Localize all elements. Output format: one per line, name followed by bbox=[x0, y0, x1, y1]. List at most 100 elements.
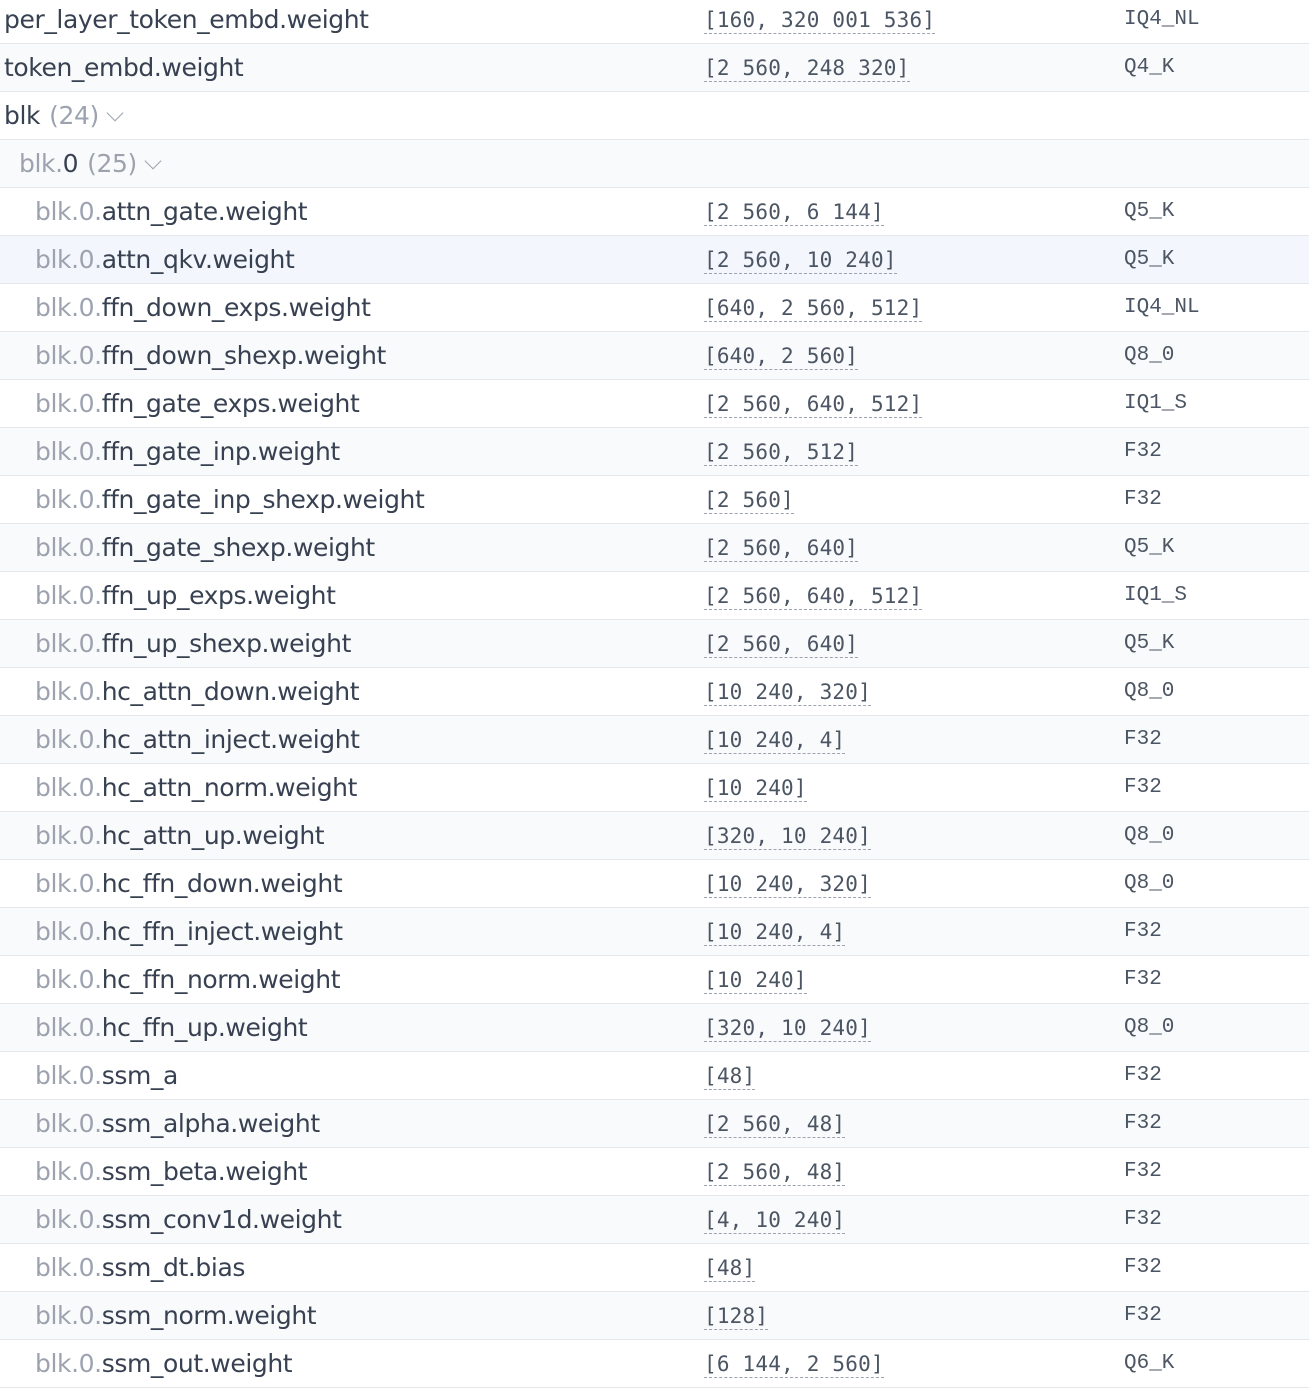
tensor-row: blk.0.ffn_down_shexp.weight [640, 2 560] Q… bbox=[0, 332, 1309, 380]
tensor-name: token_embd.weight bbox=[4, 53, 244, 82]
tensor-name-prefix: blk.0. bbox=[35, 725, 102, 754]
tensor-shape: [2 560, 48] bbox=[704, 1112, 846, 1138]
chevron-down-icon[interactable] bbox=[144, 152, 162, 170]
tensor-type: F32 bbox=[1124, 728, 1162, 751]
tensor-name: ssm_beta.weight bbox=[101, 1157, 308, 1186]
tensor-row: blk.0.ffn_up_shexp.weight [2 560, 640] Q5_… bbox=[0, 620, 1309, 668]
tensor-name-cell: blk.0.ssm_conv1d.weight bbox=[35, 1196, 342, 1244]
tensor-type: Q5_K bbox=[1124, 632, 1175, 655]
tensor-shape-cell: [128] bbox=[704, 1292, 769, 1340]
tensor-row: blk.0.hc_ffn_inject.weight [10 240, 4] F32 bbox=[0, 908, 1309, 956]
tensor-shape-cell: [10 240, 320] bbox=[704, 860, 871, 908]
tensor-type: F32 bbox=[1124, 920, 1162, 943]
tensor-type: Q5_K bbox=[1124, 248, 1175, 271]
tensor-name: ffn_gate_exps.weight bbox=[101, 389, 360, 418]
tensor-name-prefix: blk.0. bbox=[35, 293, 102, 322]
tensor-shape: [2 560, 48] bbox=[704, 1160, 846, 1186]
tensor-shape-cell: [4, 10 240] bbox=[704, 1196, 846, 1244]
tensor-name-cell: blk.0.attn_qkv.weight bbox=[35, 236, 295, 284]
tensor-shape: [2 560, 640, 512] bbox=[704, 584, 923, 610]
tensor-name: ffn_up_exps.weight bbox=[101, 581, 336, 610]
tensor-shape: [10 240] bbox=[704, 968, 807, 994]
tensor-row: token_embd.weight [2 560, 248 320] Q4_K bbox=[0, 44, 1309, 92]
group-count: (25) bbox=[87, 149, 137, 178]
tensor-row: blk.0.ssm_dt.bias [48] F32 bbox=[0, 1244, 1309, 1292]
tensor-shape-cell: [48] bbox=[704, 1052, 756, 1100]
tensor-type: Q8_0 bbox=[1124, 1016, 1175, 1039]
tensor-shape-cell: [10 240, 4] bbox=[704, 716, 846, 764]
tensor-name-cell: blk.0.ffn_gate_shexp.weight bbox=[35, 524, 375, 572]
tensor-name-prefix: blk.0. bbox=[35, 245, 102, 274]
chevron-down-icon[interactable] bbox=[106, 104, 124, 122]
tensor-name: attn_qkv.weight bbox=[101, 245, 295, 274]
tensor-shape-cell: [10 240, 320] bbox=[704, 668, 871, 716]
tensor-shape-cell: [48] bbox=[704, 1244, 756, 1292]
tensor-name-prefix: blk.0. bbox=[35, 533, 102, 562]
tensor-shape: [640, 2 560] bbox=[704, 344, 859, 370]
tensor-name-prefix: blk.0. bbox=[35, 197, 102, 226]
tensor-shape: [10 240, 4] bbox=[704, 920, 846, 946]
tensor-shape: [2 560, 640, 512] bbox=[704, 392, 923, 418]
tensor-name-cell: blk.0.ffn_gate_inp.weight bbox=[35, 428, 340, 476]
tensor-shape: [10 240] bbox=[704, 776, 807, 802]
tensor-name: blk bbox=[4, 101, 41, 130]
tensor-name-cell: blk.0.ssm_alpha.weight bbox=[35, 1100, 320, 1148]
tensor-row: blk.0.attn_qkv.weight [2 560, 10 240] Q5_K bbox=[0, 236, 1309, 284]
tensor-shape: [6 144, 2 560] bbox=[704, 1352, 884, 1378]
tensor-name: ffn_down_exps.weight bbox=[101, 293, 371, 322]
tensor-name-prefix: blk.0. bbox=[35, 869, 102, 898]
tensor-type: Q5_K bbox=[1124, 200, 1175, 223]
tensor-name-cell: blk.0.ffn_down_shexp.weight bbox=[35, 332, 386, 380]
tensor-name-cell: blk.0.ffn_gate_inp_shexp.weight bbox=[35, 476, 425, 524]
tensor-name-cell: blk.0.hc_ffn_inject.weight bbox=[35, 908, 343, 956]
tensor-name-prefix: blk. bbox=[19, 149, 63, 178]
tensor-name-prefix: blk.0. bbox=[35, 821, 102, 850]
tensor-name: hc_attn_norm.weight bbox=[101, 773, 358, 802]
tensor-type: F32 bbox=[1124, 1208, 1162, 1231]
tensor-name: per_layer_token_embd.weight bbox=[4, 5, 369, 34]
tensor-shape-cell: [320, 10 240] bbox=[704, 812, 871, 860]
tensor-name: ffn_up_shexp.weight bbox=[101, 629, 352, 658]
tensor-row: blk.0.ffn_gate_exps.weight [2 560, 640, 5… bbox=[0, 380, 1309, 428]
tensor-name: ssm_dt.bias bbox=[101, 1253, 246, 1282]
tensor-shape: [48] bbox=[704, 1256, 756, 1282]
tensor-shape: [640, 2 560, 512] bbox=[704, 296, 923, 322]
tensor-row: blk.0.ssm_out.weight [6 144, 2 560] Q6_K bbox=[0, 1340, 1309, 1388]
tensor-shape-cell: [2 560, 48] bbox=[704, 1148, 846, 1196]
tensor-name-cell: blk.0.ffn_up_exps.weight bbox=[35, 572, 336, 620]
tensor-shape-cell: [2 560, 10 240] bbox=[704, 236, 897, 284]
tensor-shape-cell: [2 560, 6 144] bbox=[704, 188, 884, 236]
tensor-shape: [128] bbox=[704, 1304, 769, 1330]
tensor-name-cell: blk.0.ffn_up_shexp.weight bbox=[35, 620, 351, 668]
tensor-shape: [2 560, 6 144] bbox=[704, 200, 884, 226]
tensor-name: ffn_gate_shexp.weight bbox=[101, 533, 376, 562]
tensor-type: Q8_0 bbox=[1124, 344, 1175, 367]
tensor-name-cell: blk.0.hc_attn_down.weight bbox=[35, 668, 360, 716]
tensor-name-prefix: blk.0. bbox=[35, 965, 102, 994]
tensor-name-prefix: blk.0. bbox=[35, 1301, 102, 1330]
tensor-shape: [320, 10 240] bbox=[704, 824, 871, 850]
tensor-row: blk.0.hc_ffn_up.weight [320, 10 240] Q8_0 bbox=[0, 1004, 1309, 1052]
tensor-name-prefix: blk.0. bbox=[35, 677, 102, 706]
tensor-name: ffn_gate_inp.weight bbox=[101, 437, 341, 466]
tensor-name-cell: token_embd.weight bbox=[4, 44, 244, 92]
tensor-group-row[interactable]: blk (24) bbox=[0, 92, 1309, 140]
tensor-shape-cell: [2 560, 248 320] bbox=[704, 44, 910, 92]
tensor-shape-cell: [2 560, 640, 512] bbox=[704, 572, 923, 620]
tensor-row: blk.0.ffn_up_exps.weight [2 560, 640, 512… bbox=[0, 572, 1309, 620]
tensor-name: ffn_gate_inp_shexp.weight bbox=[101, 485, 425, 514]
tensor-name-prefix: blk.0. bbox=[35, 1349, 102, 1378]
tensor-name-cell: blk.0.hc_ffn_up.weight bbox=[35, 1004, 308, 1052]
tensor-type: IQ1_S bbox=[1124, 584, 1188, 607]
tensor-shape-cell: [160, 320 001 536] bbox=[704, 0, 936, 44]
tensor-name-prefix: blk.0. bbox=[35, 917, 102, 946]
tensor-name-prefix: blk.0. bbox=[35, 581, 102, 610]
tensor-group-row[interactable]: blk.0 (25) bbox=[0, 140, 1309, 188]
tensor-row: blk.0.hc_ffn_norm.weight [10 240] F32 bbox=[0, 956, 1309, 1004]
tensor-name: attn_gate.weight bbox=[101, 197, 308, 226]
tensor-name: hc_ffn_down.weight bbox=[101, 869, 343, 898]
tensor-name-cell: blk.0.attn_gate.weight bbox=[35, 188, 308, 236]
tensor-name: hc_ffn_up.weight bbox=[101, 1013, 308, 1042]
tensor-type: F32 bbox=[1124, 1064, 1162, 1087]
tensor-shape-cell: [2 560, 48] bbox=[704, 1100, 846, 1148]
